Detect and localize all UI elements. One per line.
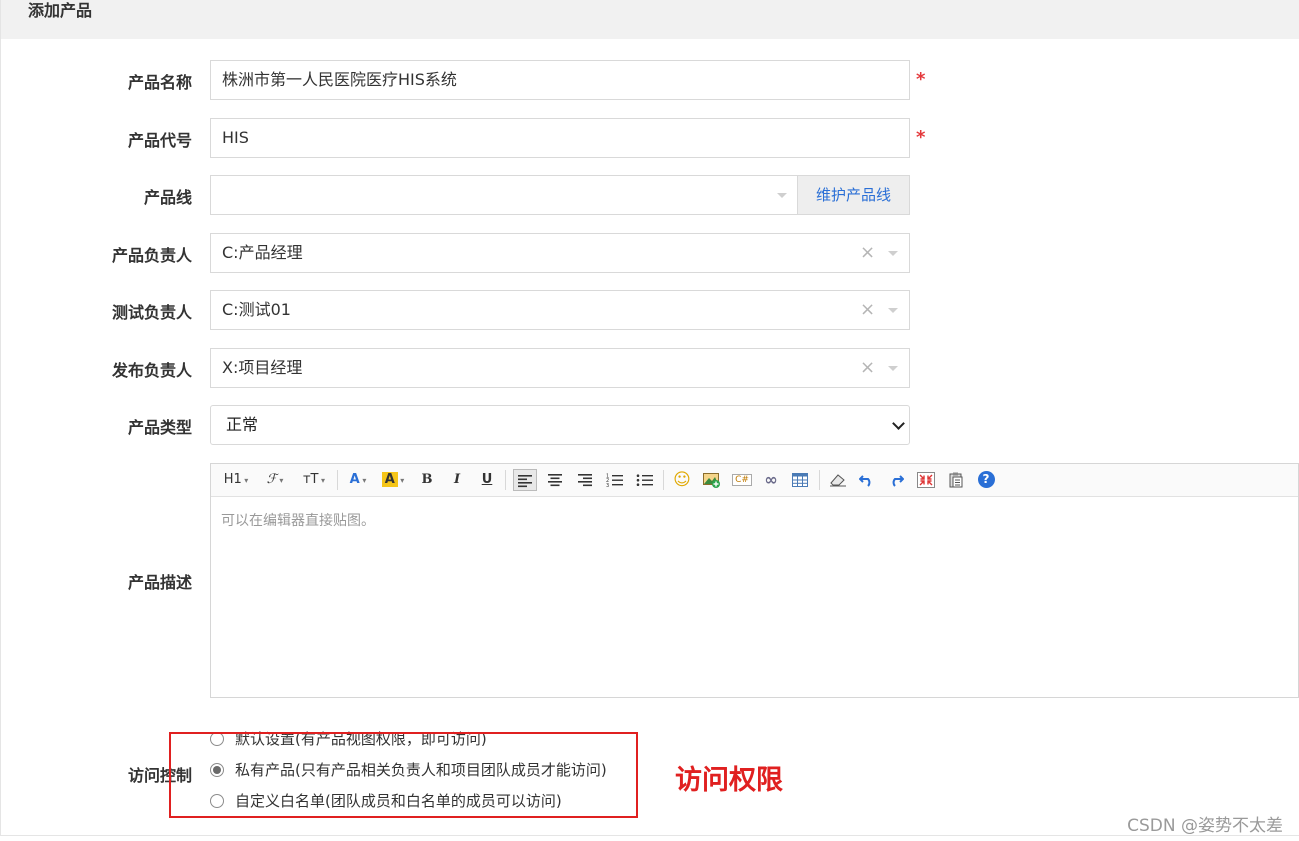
annotation-text: 访问权限 bbox=[675, 765, 783, 796]
product-line-select[interactable] bbox=[210, 175, 798, 215]
help-button[interactable]: ? bbox=[975, 469, 997, 491]
editor-toolbar: H1 ▾ ℱ ▾ тT ▾ A ▾ A ▾ B I U 123 ☺ C# ∞ ? bbox=[211, 464, 1298, 497]
test-owner-select[interactable]: C:测试01 bbox=[210, 290, 910, 330]
link-button[interactable]: ∞ bbox=[760, 469, 782, 491]
test-owner-label: 测试负责人 bbox=[111, 303, 192, 322]
background-color-icon: A bbox=[381, 472, 398, 487]
chevron-down-icon bbox=[892, 417, 905, 430]
align-center-icon bbox=[548, 474, 562, 487]
image-button[interactable] bbox=[701, 469, 723, 491]
paste-text-button[interactable] bbox=[945, 469, 967, 491]
test-owner-caret-icon bbox=[888, 308, 898, 313]
table-icon bbox=[792, 473, 808, 487]
product-desc-label: 产品描述 bbox=[127, 573, 192, 592]
product-line-caret-icon bbox=[777, 193, 787, 198]
align-right-button[interactable] bbox=[573, 469, 597, 491]
align-left-icon bbox=[518, 475, 532, 488]
emoji-icon: ☺ bbox=[673, 470, 691, 490]
page-header: 添加产品 bbox=[0, 0, 1299, 39]
clipboard-icon bbox=[949, 472, 963, 488]
heading-icon: H1 bbox=[223, 472, 242, 487]
release-owner-caret-icon bbox=[888, 366, 898, 371]
font-size-icon: тT bbox=[302, 472, 319, 487]
italic-icon: I bbox=[453, 472, 461, 487]
ordered-list-button[interactable]: 123 bbox=[603, 469, 627, 491]
bullet-list-icon bbox=[636, 474, 653, 486]
release-owner-label: 发布负责人 bbox=[111, 361, 192, 380]
undo-icon bbox=[858, 475, 871, 487]
redo-button[interactable] bbox=[885, 469, 907, 491]
product-owner-label: 产品负责人 bbox=[111, 246, 192, 265]
product-name-input[interactable]: 株洲市第一人民医院医疗HIS系统 bbox=[210, 60, 910, 100]
product-type-select[interactable]: 正常 bbox=[210, 405, 910, 445]
release-owner-clear-icon[interactable]: × bbox=[860, 359, 875, 377]
font-family-button[interactable]: ℱ ▾ bbox=[261, 469, 289, 491]
underline-icon: U bbox=[481, 472, 493, 487]
annotation-highlight-box bbox=[169, 732, 638, 818]
test-owner-clear-icon[interactable]: × bbox=[860, 301, 875, 319]
code-button[interactable]: C# bbox=[731, 469, 753, 491]
product-owner-select[interactable]: C:产品经理 bbox=[210, 233, 910, 273]
clear-format-button[interactable] bbox=[827, 469, 849, 491]
align-right-icon bbox=[578, 474, 592, 487]
editor-placeholder: 可以在编辑器直接贴图。 bbox=[221, 513, 375, 529]
product-code-required-mark: * bbox=[916, 127, 926, 148]
release-owner-select[interactable]: X:项目经理 bbox=[210, 348, 910, 388]
product-type-value: 正常 bbox=[226, 415, 259, 434]
font-color-icon: A bbox=[349, 472, 360, 487]
redo-icon bbox=[892, 475, 905, 487]
product-line-label: 产品线 bbox=[143, 188, 192, 207]
page-title: 添加产品 bbox=[28, 1, 93, 20]
ordered-list-icon: 123 bbox=[606, 474, 623, 489]
link-icon: ∞ bbox=[764, 470, 778, 489]
product-owner-caret-icon bbox=[888, 251, 898, 256]
align-center-button[interactable] bbox=[543, 469, 567, 491]
watermark: CSDN @姿势不太差 bbox=[1127, 816, 1283, 836]
font-color-button[interactable]: A ▾ bbox=[345, 469, 371, 491]
frame-border-bottom bbox=[0, 835, 1299, 836]
product-owner-clear-icon[interactable]: × bbox=[860, 244, 875, 262]
code-icon: C# bbox=[732, 474, 752, 486]
background-color-button[interactable]: A ▾ bbox=[379, 469, 407, 491]
product-name-required-mark: * bbox=[916, 69, 926, 90]
eraser-icon bbox=[830, 474, 846, 487]
table-button[interactable] bbox=[789, 469, 811, 491]
heading-button[interactable]: H1 ▾ bbox=[221, 469, 251, 491]
bullet-list-button[interactable] bbox=[633, 469, 657, 491]
access-control-label: 访问控制 bbox=[127, 766, 192, 785]
product-name-label: 产品名称 bbox=[127, 73, 192, 92]
image-icon bbox=[703, 473, 720, 488]
emoji-button[interactable]: ☺ bbox=[671, 469, 693, 491]
align-left-button[interactable] bbox=[513, 469, 537, 491]
help-icon: ? bbox=[977, 471, 995, 488]
bold-button[interactable]: B bbox=[417, 469, 437, 491]
underline-button[interactable]: U bbox=[477, 469, 497, 491]
font-family-icon: ℱ bbox=[266, 472, 277, 487]
product-code-input[interactable]: HIS bbox=[210, 118, 910, 158]
maintain-product-line-button[interactable]: 维护产品线 bbox=[797, 175, 910, 215]
bold-icon: B bbox=[421, 472, 433, 487]
toolbar-separator bbox=[505, 470, 506, 490]
svg-text:3: 3 bbox=[606, 483, 609, 487]
italic-button[interactable]: I bbox=[447, 469, 467, 491]
undo-button[interactable] bbox=[856, 469, 878, 491]
toolbar-separator bbox=[819, 470, 820, 490]
fullscreen-icon bbox=[917, 472, 935, 488]
product-desc-editor[interactable]: H1 ▾ ℱ ▾ тT ▾ A ▾ A ▾ B I U 123 ☺ C# ∞ ?… bbox=[210, 463, 1299, 698]
fullscreen-button[interactable] bbox=[915, 469, 937, 491]
toolbar-separator bbox=[663, 470, 664, 490]
product-code-label: 产品代号 bbox=[127, 131, 192, 150]
toolbar-separator bbox=[337, 470, 338, 490]
product-type-label: 产品类型 bbox=[127, 418, 192, 437]
font-size-button[interactable]: тT ▾ bbox=[299, 469, 329, 491]
